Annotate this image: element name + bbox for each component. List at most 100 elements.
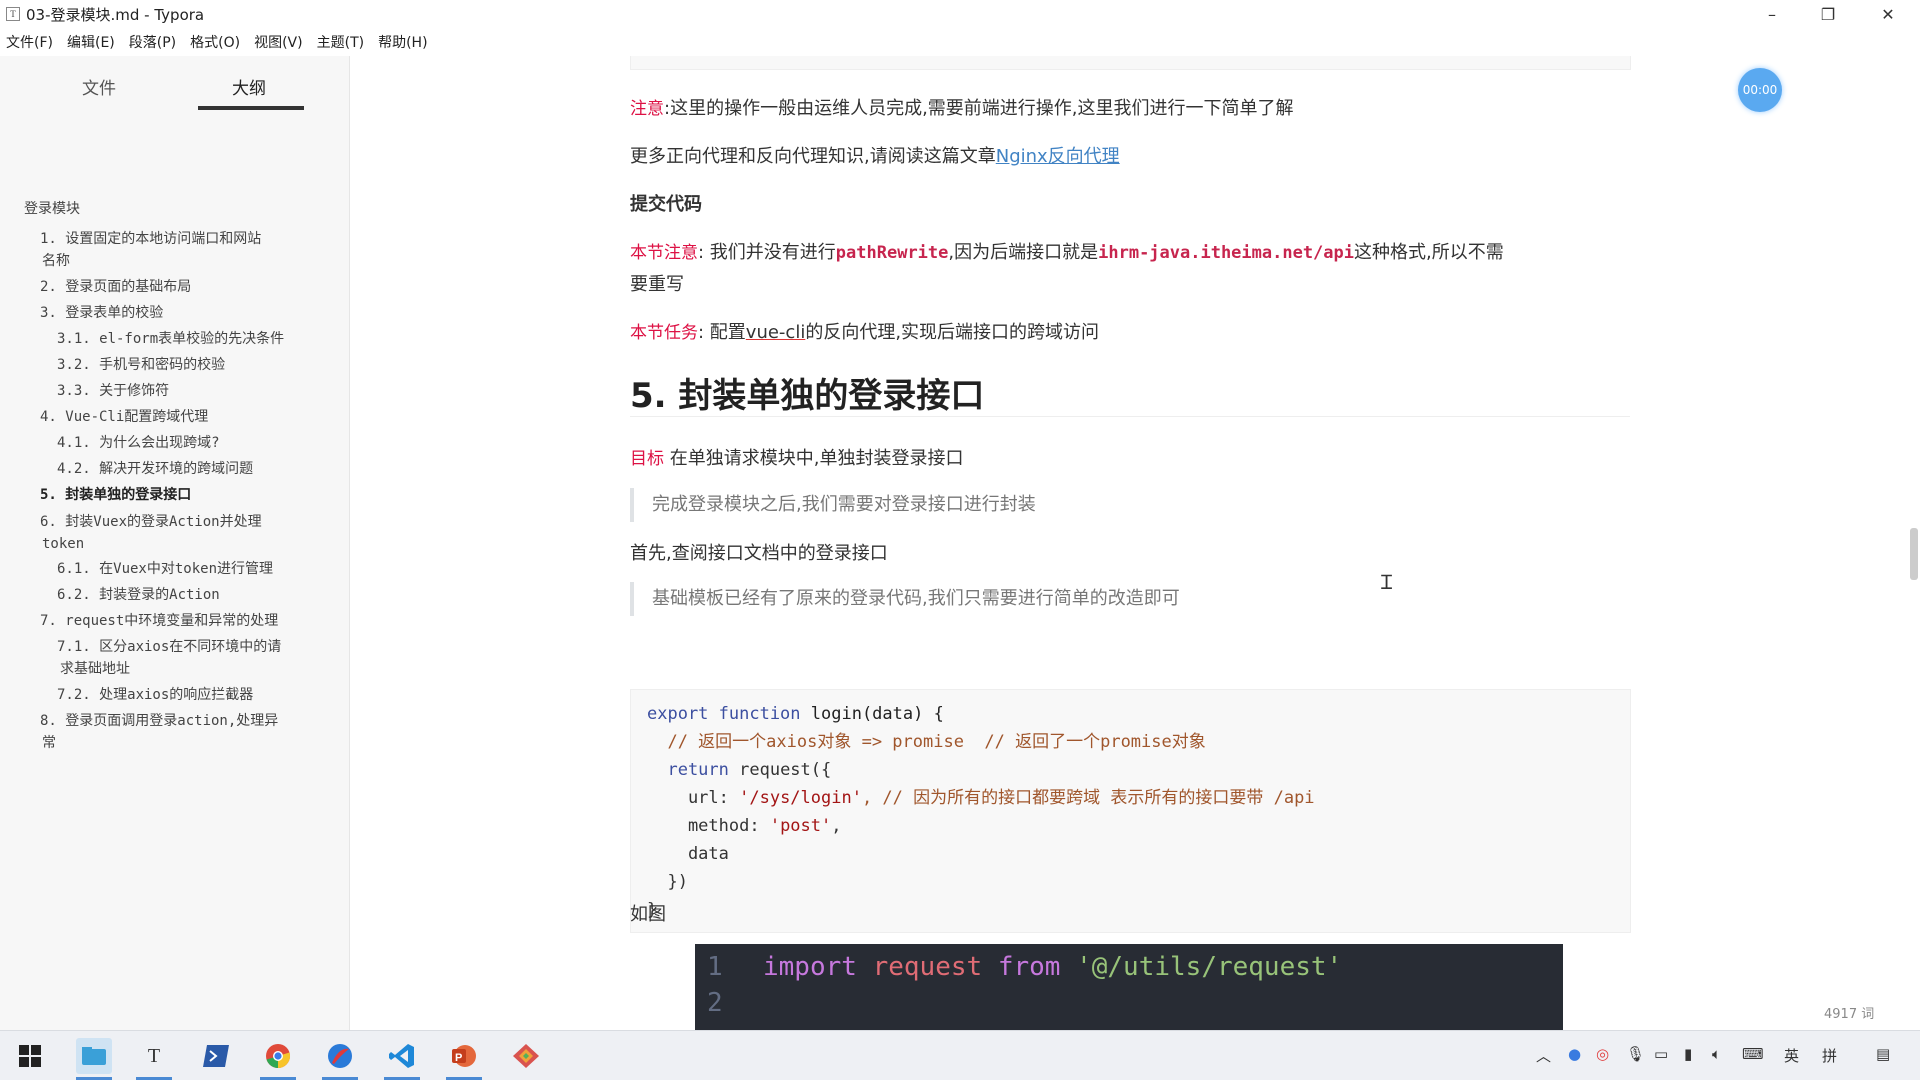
previous-code-block-edge — [630, 56, 1631, 70]
outline-item[interactable]: 7. request中环境变量和异常的处理 — [40, 610, 278, 632]
outline-item[interactable]: 6. 封装Vuex的登录Action并处理 — [40, 511, 262, 533]
inline-code-api-url: ihrm-java.itheima.net/api — [1098, 243, 1354, 263]
outline-item[interactable]: 6.2. 封装登录的Action — [57, 584, 220, 606]
menu-edit[interactable]: 编辑(E) — [67, 32, 115, 52]
notification-center-icon[interactable]: ▤ — [1876, 1045, 1890, 1063]
tray-app-icon-red[interactable]: ◎ — [1596, 1045, 1609, 1063]
outline-item[interactable]: token — [42, 533, 84, 555]
outline-item[interactable]: 7.2. 处理axios的响应拦截器 — [57, 684, 253, 706]
note2-text-d: 要重写 — [630, 274, 684, 295]
code-screenshot-image: 1 2 import request from '@/utils/request… — [695, 944, 1563, 1030]
typora-app-icon: T — [6, 7, 20, 21]
image-line-number-2: 2 — [707, 988, 723, 1018]
task-label: 本节任务 — [630, 323, 698, 343]
outline-item[interactable]: 3.1. el-form表单校验的先决条件 — [57, 328, 284, 350]
title-bar: T 03-登录模块.md - Typora — [0, 0, 1920, 28]
code-export-function: export function — [647, 704, 801, 724]
volume-icon[interactable]: 🔈︎ — [1712, 1045, 1721, 1063]
vscode-icon[interactable] — [384, 1038, 420, 1074]
note2-label: 本节注意 — [630, 243, 698, 263]
outline-item[interactable]: 2. 登录页面的基础布局 — [40, 276, 191, 298]
outline-item[interactable]: 登录模块 — [24, 198, 80, 220]
maximize-button[interactable]: ❐ — [1800, 0, 1856, 28]
menu-view[interactable]: 视图(V) — [254, 32, 303, 52]
note2-paragraph: 本节注意: 我们并没有进行pathRewrite,因为后端接口就是ihrm-ja… — [630, 238, 1504, 264]
submit-heading: 提交代码 — [630, 194, 702, 215]
text-cursor-icon: Ɪ — [1381, 570, 1393, 594]
vue-cli-word: vue-cli — [745, 322, 806, 343]
code-url-string: '/sys/login' — [739, 788, 862, 808]
word-count[interactable]: 4917 词 — [1824, 1003, 1874, 1022]
menu-theme[interactable]: 主题(T) — [317, 32, 364, 52]
code-block[interactable]: export function login(data) { // 返回一个axi… — [630, 689, 1631, 933]
code-method-string: 'post' — [769, 816, 832, 836]
section-heading: 5. 封装单独的登录接口 — [630, 376, 985, 416]
battery-icon[interactable]: ▮ — [1684, 1045, 1692, 1063]
more-paragraph: 更多正向代理和反向代理知识,请阅读这篇文章Nginx反向代理 — [630, 142, 1120, 168]
image-from-keyword: from — [997, 952, 1061, 982]
outline-item[interactable]: 3.2. 手机号和密码的校验 — [57, 354, 225, 376]
note-paragraph: 注意:这里的操作一般由运维人员完成,需要前端进行操作,这里我们进行一下简单了解 — [630, 94, 1294, 120]
blockquote-1: 完成登录模块之后,我们需要对登录接口进行封装 — [630, 488, 1630, 522]
outline-item[interactable]: 常 — [42, 732, 56, 754]
typora-taskbar-icon[interactable]: T — [136, 1038, 172, 1074]
heading-divider — [630, 416, 1630, 417]
sidebar-tabs: 文件 大纲 — [0, 56, 349, 112]
outline-item[interactable]: 4.1. 为什么会出现跨域? — [57, 432, 220, 454]
goal-paragraph: 目标 在单独请求模块中,单独封装登录接口 — [630, 444, 963, 470]
sidebar: 文件 大纲 登录模块 1. 设置固定的本地访问端口和网站 名称 2. 登录页面的基础布… — [0, 56, 350, 1030]
microphone-icon[interactable]: 🎙︎ — [1626, 1045, 1645, 1063]
feather-app-icon[interactable] — [322, 1038, 358, 1074]
outline-item[interactable]: 1. 设置固定的本地访问端口和网站 — [40, 228, 261, 250]
close-button[interactable]: ✕ — [1860, 0, 1916, 28]
ime-mode-indicator[interactable]: 拼 — [1822, 1045, 1837, 1066]
code-request-call: request({ — [728, 760, 832, 780]
note-text: :这里的操作一般由运维人员完成,需要前端进行操作,这里我们进行一下简单了解 — [664, 98, 1294, 119]
menu-file[interactable]: 文件(F) — [6, 32, 53, 52]
git-client-icon[interactable] — [508, 1038, 544, 1074]
ime-language-indicator[interactable]: 英 — [1784, 1045, 1799, 1066]
network-icon[interactable]: ▭ — [1654, 1045, 1668, 1063]
window-title: 03-登录模块.md - Typora — [26, 5, 205, 24]
chrome-icon[interactable] — [260, 1038, 296, 1074]
menu-help[interactable]: 帮助(H) — [378, 32, 427, 52]
outline-item[interactable]: 4. Vue-Cli配置跨域代理 — [40, 406, 208, 428]
active-tab-indicator — [198, 106, 304, 110]
note2-text-b: ,因为后端接口就是 — [948, 242, 1099, 263]
note2-text-a: : 我们并没有进行 — [698, 242, 836, 263]
outline-item[interactable]: 8. 登录页面调用登录action,处理异 — [40, 710, 278, 732]
outline-item[interactable]: 7.1. 区分axios在不同环境中的请 — [57, 636, 281, 658]
outline-item[interactable]: 3.3. 关于修饰符 — [57, 380, 169, 402]
keyboard-icon[interactable]: ⌨︎ — [1742, 1045, 1764, 1063]
image-code-line: import request from '@/utils/request' — [763, 952, 1342, 982]
tab-files[interactable]: 文件 — [82, 74, 116, 99]
outline-item[interactable]: 6.1. 在Vuex中对token进行管理 — [57, 558, 273, 580]
image-path-string: '@/utils/request' — [1076, 952, 1343, 982]
tray-app-icon-blue[interactable]: ● — [1568, 1045, 1581, 1063]
code-url-comment: , // 因为所有的接口都要跨域 表示所有的接口要带 /api — [861, 788, 1315, 808]
powershell-icon[interactable] — [198, 1038, 234, 1074]
outline-item[interactable]: 4.2. 解决开发环境的跨域问题 — [57, 458, 253, 480]
powerpoint-icon[interactable]: P — [446, 1038, 482, 1074]
editor-content[interactable]: 注意:这里的操作一般由运维人员完成,需要前端进行操作,这里我们进行一下简单了解 … — [351, 56, 1920, 1030]
menu-bar: 文件(F) 编辑(E) 段落(P) 格式(O) 视图(V) 主题(T) 帮助(H… — [0, 28, 442, 56]
recording-timer[interactable]: 00:00 — [1738, 68, 1782, 112]
outline-item[interactable]: 求基础地址 — [60, 658, 130, 680]
menu-format[interactable]: 格式(O) — [190, 32, 240, 52]
tray-expand-icon[interactable]: ︿ — [1536, 1045, 1551, 1066]
outline-item[interactable]: 5. 封装单独的登录接口 — [40, 484, 191, 506]
outline-item[interactable]: 3. 登录表单的校验 — [40, 302, 163, 324]
code-comment-line: // 返回一个axios对象 => promise // 返回了一个promis… — [647, 732, 1206, 752]
nginx-link[interactable]: Nginx反向代理 — [996, 146, 1120, 167]
menu-paragraph[interactable]: 段落(P) — [129, 32, 176, 52]
code-url-key: url: — [647, 788, 740, 808]
minimize-button[interactable]: – — [1744, 0, 1800, 28]
windows-start-icon[interactable] — [12, 1038, 48, 1074]
code-data-line: data — [647, 844, 729, 864]
scrollbar-thumb[interactable] — [1910, 528, 1918, 580]
tab-outline[interactable]: 大纲 — [232, 74, 266, 99]
note-label: 注意 — [630, 99, 664, 119]
task-text-a: : 配置 — [698, 322, 746, 343]
file-explorer-icon[interactable] — [76, 1038, 112, 1074]
outline-item[interactable]: 名称 — [42, 250, 70, 272]
